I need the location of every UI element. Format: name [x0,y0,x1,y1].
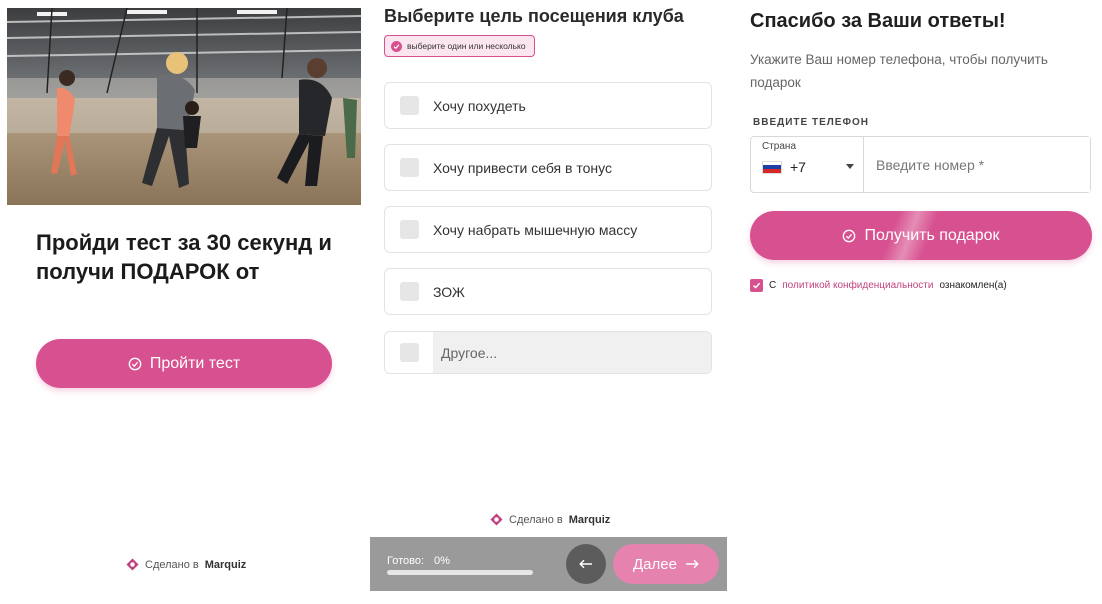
answer-option-label: Хочу набрать мышечную массу [433,221,638,238]
answer-option-label: Хочу привести себя в тонус [433,159,612,176]
answer-option-label: Хочу похудеть [433,97,526,114]
phone-field-label: ВВЕДИТЕ ТЕЛЕФОН [753,117,869,128]
phone-field: Страна +7 [750,136,1091,193]
privacy-consent: С политикой конфиденциальности ознакомле… [750,279,1007,292]
answer-option[interactable]: Хочу похудеть [384,82,712,129]
multi-select-hint: выберите один или несколько [384,35,535,57]
progress-bar [387,570,533,575]
quiz-promo-title: Пройди тест за 30 секунд и получи ПОДАРО… [36,230,332,284]
checkbox[interactable] [399,343,419,362]
checkbox[interactable] [400,158,419,177]
made-by-prefix: Сделано в [509,513,563,526]
chevron-down-icon [846,164,854,169]
country-select[interactable]: Страна +7 [751,137,864,192]
russia-flag-icon [762,160,782,174]
progress-value: 0% [434,555,450,567]
checkbox[interactable] [400,220,419,239]
answer-option-other[interactable] [384,331,712,374]
other-answer-input[interactable] [433,332,711,373]
check-circle-icon [128,357,142,370]
country-code: +7 [790,159,806,175]
made-by-brand: Marquiz [204,558,247,571]
country-value: +7 [762,159,806,175]
check-icon [391,40,402,52]
hero-image [7,8,361,205]
marquiz-logo-icon [126,558,139,571]
consent-checkbox[interactable] [750,279,763,292]
progress-label: Готово: 0% [387,555,450,567]
marquiz-logo-icon [490,513,503,526]
made-by-marquiz[interactable]: Сделано в Marquiz [126,558,246,571]
arrow-right-icon [685,559,699,569]
consent-suffix: ознакомлен(а) [939,280,1007,291]
answer-option[interactable]: Хочу набрать мышечную массу [384,206,712,253]
arrow-left-icon [579,559,592,569]
quiz-navigation-bar: Готово: 0% Далее [370,537,727,591]
contact-form-screen: Спасибо за Ваши ответы! Укажите Ваш номе… [727,0,1102,604]
consent-prefix: С [769,280,777,291]
next-button[interactable]: Далее [613,544,719,584]
made-by-marquiz[interactable]: Сделано в Marquiz [490,513,610,526]
quiz-question-screen: Выберите цель посещения клуба выберите о… [370,0,727,604]
privacy-policy-link[interactable]: политикой конфиденциальности [782,280,933,291]
gym-photo-illustration [7,8,361,205]
made-by-prefix: Сделано в [145,558,199,571]
get-gift-button[interactable]: Получить подарок [750,211,1092,260]
check-circle-icon [843,229,856,242]
other-checkbox-wrap[interactable] [385,332,433,373]
made-by-brand: Marquiz [568,513,611,526]
start-test-button[interactable]: Пройти тест [36,339,332,388]
checkbox[interactable] [400,96,419,115]
answer-option[interactable]: ЗОЖ [384,268,712,315]
get-gift-label: Получить подарок [864,226,1000,244]
next-button-label: Далее [633,555,677,573]
phone-number-input[interactable] [864,137,1090,192]
quiz-start-screen: Пройди тест за 30 секунд и получи ПОДАРО… [0,0,370,604]
back-button[interactable] [566,544,606,584]
multi-select-hint-text: выберите один или несколько [407,41,526,51]
checkbox[interactable] [400,282,419,301]
check-icon [752,282,761,289]
start-test-label: Пройти тест [149,354,241,372]
country-label: Страна [762,141,797,152]
question-title: Выберите цель посещения клуба [384,6,684,26]
answer-option[interactable]: Хочу привести себя в тонус [384,144,712,191]
answer-option-label: ЗОЖ [433,283,465,300]
thank-you-subtitle: Укажите Ваш номер телефона, чтобы получи… [750,52,1048,90]
thank-you-title: Спасибо за Ваши ответы! [750,10,1006,32]
progress-label-text: Готово: [387,555,425,567]
